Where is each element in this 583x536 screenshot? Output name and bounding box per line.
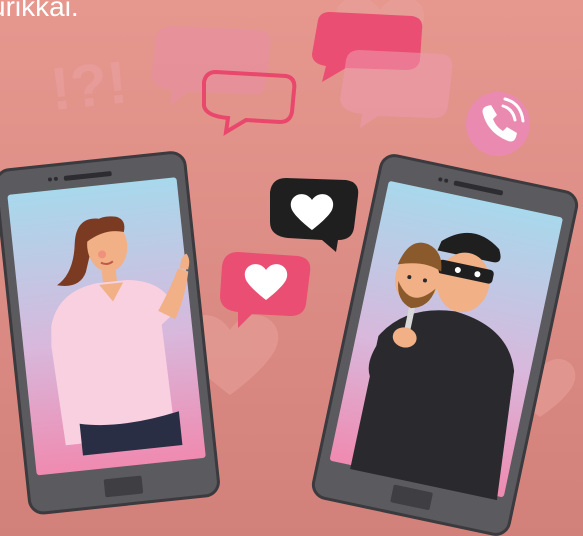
header-text: urikkai.: [0, 0, 79, 22]
exclamation-decor: !?!: [47, 48, 130, 123]
illustration-canvas: urikkai. !?!: [0, 0, 583, 536]
left-phone: [0, 151, 220, 515]
phone-call-icon: [466, 92, 530, 156]
